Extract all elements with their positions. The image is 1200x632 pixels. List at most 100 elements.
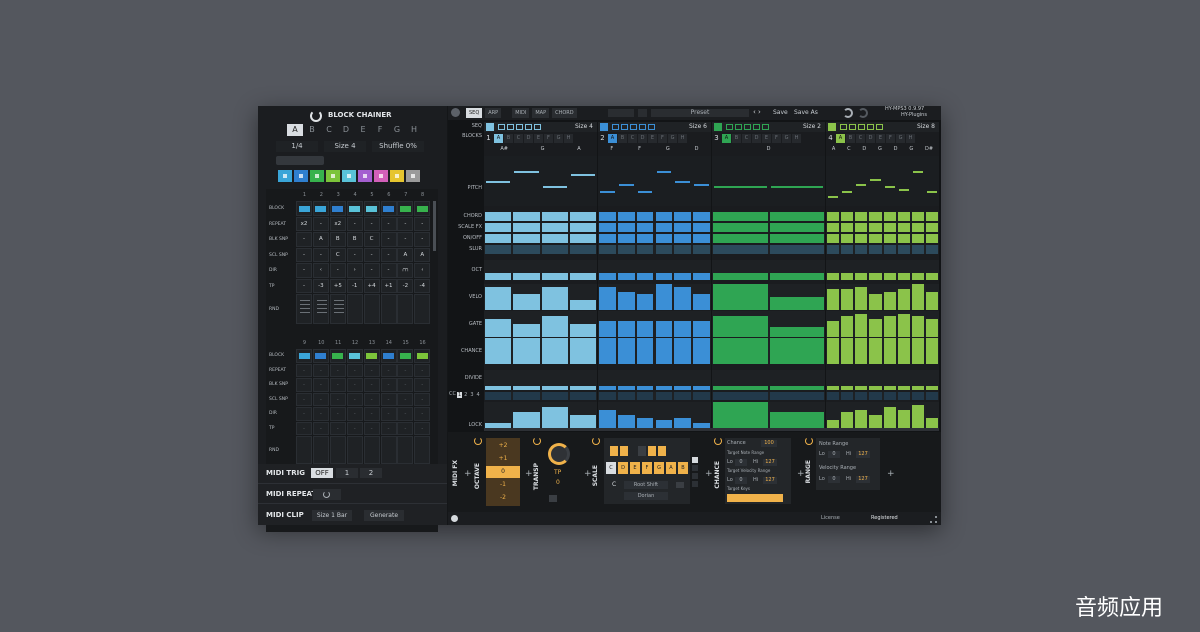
cc-number[interactable]: 3: [469, 392, 474, 398]
pitch-step[interactable]: [870, 178, 881, 181]
grid-cell[interactable]: -: [414, 378, 431, 392]
grid-cell[interactable]: -: [414, 216, 431, 231]
grid-cell[interactable]: x2: [296, 216, 312, 231]
octave-lane-step[interactable]: [855, 273, 868, 280]
octave-lane-step[interactable]: [674, 273, 692, 280]
preset-display[interactable]: Preset: [651, 109, 749, 117]
black-key[interactable]: [658, 446, 666, 456]
divide-lane-step[interactable]: [897, 386, 910, 390]
tab-seq[interactable]: SEQ: [466, 108, 483, 118]
pitch-step[interactable]: [912, 171, 923, 173]
grid-cell[interactable]: [346, 436, 363, 464]
gate-lane-step[interactable]: [841, 316, 854, 337]
black-key[interactable]: [638, 446, 646, 456]
divide-lane-step[interactable]: [569, 386, 596, 390]
block-letter[interactable]: F: [886, 133, 895, 143]
grid-cell[interactable]: -: [380, 407, 397, 421]
tab-midi[interactable]: MIDI: [512, 108, 530, 118]
on-off-lane-step[interactable]: [599, 234, 616, 243]
chord-lane-step[interactable]: [911, 212, 924, 221]
on-off-lane-step[interactable]: [485, 234, 512, 243]
grid-cell[interactable]: [397, 201, 414, 216]
scale-fx-lane-step[interactable]: [599, 223, 616, 232]
grid-cell[interactable]: -: [363, 263, 380, 278]
tab-map[interactable]: MAP: [532, 108, 550, 118]
velocity-lane-step[interactable]: [513, 294, 540, 310]
grid-cell[interactable]: ⩋: [397, 263, 414, 278]
grid-cell[interactable]: C: [363, 232, 380, 247]
grid-cell[interactable]: -: [397, 216, 414, 231]
scale-fx-lane-step[interactable]: [769, 223, 824, 232]
on-off-lane-step[interactable]: [569, 234, 596, 243]
divide-arrows-lane-step[interactable]: [869, 392, 882, 400]
divide-arrows-lane-step[interactable]: [769, 392, 824, 400]
chord-lane-step[interactable]: [855, 212, 868, 221]
divide-lane-step[interactable]: [485, 386, 512, 390]
chance-lane-step[interactable]: [925, 338, 938, 364]
slur-lane-step[interactable]: [883, 245, 896, 254]
block-letter[interactable]: G: [782, 133, 791, 143]
grid-cell[interactable]: -: [380, 232, 397, 247]
divide-arrows-lane-step[interactable]: [674, 392, 692, 400]
grid-cell[interactable]: [346, 201, 363, 216]
divide-arrows-lane-step[interactable]: [541, 392, 568, 400]
velocity-lane-step[interactable]: [869, 294, 882, 310]
vel-hi-value[interactable]: 127: [763, 477, 777, 484]
note-hi-value[interactable]: 127: [763, 459, 777, 466]
grid-cell[interactable]: -: [414, 421, 431, 435]
edit-tool-icon[interactable]: [516, 124, 523, 130]
divide-lane-step[interactable]: [769, 386, 824, 390]
grid-cell[interactable]: [363, 436, 380, 464]
divide-lane-step[interactable]: [713, 386, 768, 390]
block-letter[interactable]: F: [772, 133, 781, 143]
slur-lane-step[interactable]: [827, 245, 840, 254]
grid-cell[interactable]: [363, 201, 380, 216]
grid-cell[interactable]: -: [414, 392, 431, 406]
divide-lane-step[interactable]: [655, 386, 673, 390]
grid-cell[interactable]: [380, 294, 397, 324]
scale-mode-select[interactable]: Dorian: [624, 492, 668, 500]
divide-arrows-lane-step[interactable]: [569, 392, 596, 400]
grid-cell[interactable]: +1: [380, 278, 397, 293]
lock-lane-step[interactable]: [769, 412, 824, 428]
block-tab-d[interactable]: D: [338, 124, 354, 136]
lock-lane-step[interactable]: [674, 417, 692, 428]
chance-lane-step[interactable]: [897, 338, 910, 364]
grid-cell[interactable]: [312, 349, 329, 363]
grid-cell[interactable]: -1: [346, 278, 363, 293]
gate-lane-step[interactable]: [513, 324, 540, 337]
grid-cell[interactable]: -: [296, 263, 312, 278]
grid-cell[interactable]: x2: [329, 216, 346, 231]
lock-lane-step[interactable]: [655, 420, 673, 428]
generate-button[interactable]: Generate: [364, 510, 404, 521]
lock-lane-step[interactable]: [513, 412, 540, 428]
scale-fx-lane-step[interactable]: [541, 223, 568, 232]
midi-trig-2[interactable]: 2: [360, 468, 382, 478]
black-key[interactable]: [610, 446, 618, 456]
grid-cell[interactable]: -: [312, 421, 329, 435]
lock-lane-step[interactable]: [925, 417, 938, 428]
block-letter[interactable]: B: [732, 133, 741, 143]
lock-lane-step[interactable]: [569, 415, 596, 428]
block-letter[interactable]: C: [856, 133, 865, 143]
grid-cell[interactable]: [414, 201, 431, 216]
power-icon[interactable]: [474, 437, 482, 445]
chance-lane-step[interactable]: [713, 338, 768, 364]
divide-arrows-lane-step[interactable]: [485, 392, 512, 400]
pitch-step[interactable]: [842, 191, 853, 193]
edit-tool-icon[interactable]: [534, 124, 541, 130]
velocity-lane-step[interactable]: [897, 289, 910, 310]
grid-cell[interactable]: -: [346, 363, 363, 377]
color-swatch[interactable]: [406, 170, 420, 182]
velocity-lane-step[interactable]: [599, 286, 616, 310]
velocity-lane-step[interactable]: [827, 289, 840, 310]
gate-lane-step[interactable]: [599, 321, 616, 337]
grid-cell[interactable]: +5: [329, 278, 346, 293]
chord-lane-step[interactable]: [925, 212, 938, 221]
grid-cell[interactable]: -: [363, 392, 380, 406]
grid-cell[interactable]: [363, 349, 380, 363]
velocity-lane-step[interactable]: [925, 291, 938, 310]
chord-lane-step[interactable]: [541, 212, 568, 221]
grid-cell[interactable]: [346, 294, 363, 324]
chord-lane-step[interactable]: [883, 212, 896, 221]
